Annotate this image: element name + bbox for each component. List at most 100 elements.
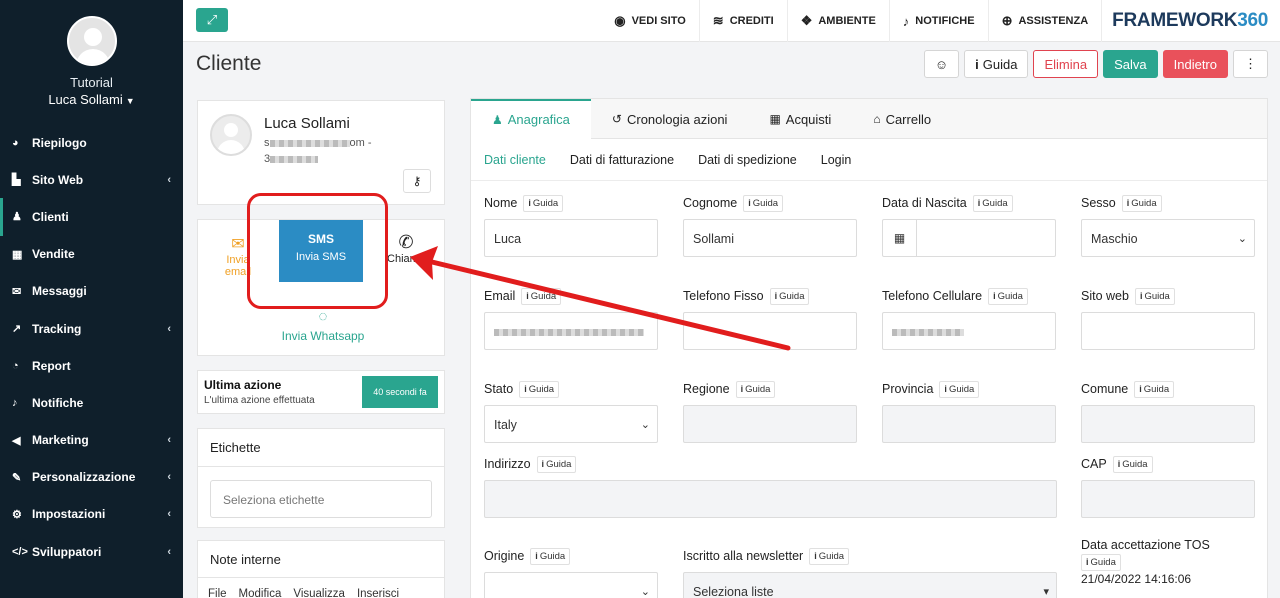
cap-input[interactable] — [1081, 480, 1255, 518]
sidebar-item-sito-web[interactable]: ▙ Sito Web ‹ — [0, 161, 183, 198]
delete-button[interactable]: Elimina — [1033, 50, 1099, 78]
profile-card: Luca Sollami s om - 3 ⚷ — [197, 100, 445, 205]
send-whatsapp-action[interactable]: ◌ Invia Whatsapp — [258, 308, 388, 343]
tab-cronologia-azioni[interactable]: ↺ Cronologia azioni — [591, 99, 749, 139]
top-link-vedi-sito[interactable]: ◉ VEDI SITO — [601, 0, 700, 42]
guide-badge[interactable]: i Guida — [536, 456, 577, 473]
field-origine: Origine i Guida ⌄ — [484, 548, 659, 598]
birthdate-input[interactable]: ▦ — [882, 219, 1056, 257]
tab-anagrafica[interactable]: ♟ Anagrafica — [471, 99, 591, 139]
provincia-input[interactable] — [882, 405, 1056, 443]
expand-button[interactable]: ⤢ — [196, 8, 228, 32]
back-button[interactable]: Indietro — [1162, 50, 1228, 78]
email-input[interactable] — [484, 312, 658, 350]
sidebar-item-label: Sito Web — [32, 172, 84, 187]
sidebar-item-label: Personalizzazione — [32, 470, 136, 485]
call-action[interactable]: ✆ Chiama — [381, 232, 431, 265]
guide-button[interactable]: i Guida — [964, 50, 1029, 78]
password-button[interactable]: ⚷ — [403, 169, 431, 193]
tags-select[interactable]: Seleziona etichette — [210, 480, 432, 518]
editor-menu-file[interactable]: File — [208, 588, 227, 598]
sidebar-item-clienti[interactable]: ♟ Clienti — [0, 198, 183, 236]
coins-icon: ≋ — [712, 13, 724, 28]
subtab-dati-di-fatturazione[interactable]: Dati di fatturazione — [570, 153, 674, 167]
annotation-highlight-box — [247, 193, 388, 309]
tab-acquisti[interactable]: ▦ Acquisti — [748, 99, 852, 139]
emoji-button[interactable]: ☺ — [923, 50, 960, 78]
comune-input[interactable] — [1081, 405, 1255, 443]
guide-badge[interactable]: i Guida — [972, 195, 1013, 212]
guide-badge[interactable]: i Guida — [1081, 554, 1121, 571]
phone-icon: ✆ — [398, 232, 414, 252]
top-links: ◉ VEDI SITO ≋ CREDITI ❖ AMBIENTE ♪ NOTIFICHE ⊕ AS… — [601, 0, 1280, 42]
tab-carrello[interactable]: ⌂ Carrello — [852, 99, 952, 139]
last-action-card: Ultima azione L'ultima azione effettuata… — [197, 370, 445, 414]
newsletter-select[interactable]: Seleziona liste ▾ — [683, 572, 1057, 598]
top-link-assistenza[interactable]: ⊕ ASSISTENZA — [989, 0, 1103, 42]
person-icon: ♟ — [12, 211, 22, 224]
sidebar-item-personalizzazione[interactable]: ✎ Personalizzazione ‹ — [0, 459, 183, 496]
sidebar-item-label: Sviluppatori — [32, 544, 102, 559]
caret-down-icon: ▼ — [125, 96, 135, 106]
subtab-login[interactable]: Login — [821, 153, 852, 167]
envelope-icon: ✉ — [12, 285, 22, 298]
guide-badge[interactable]: i Guida — [743, 195, 784, 212]
lifebuoy-icon: ⊕ — [1001, 13, 1013, 28]
sesso-select[interactable]: Maschio ⌄ — [1081, 219, 1255, 257]
top-link-ambiente[interactable]: ❖ AMBIENTE — [788, 0, 890, 42]
sidebar-item-messaggi[interactable]: ✉ Messaggi — [0, 273, 183, 310]
guide-badge[interactable]: i Guida — [521, 288, 562, 305]
user-name: Luca Sollami — [48, 92, 123, 107]
sidebar-item-riepilogo[interactable]: ◕ Riepilogo — [0, 124, 183, 161]
top-link-notifiche[interactable]: ♪ NOTIFICHE — [890, 0, 989, 42]
customer-phone: 3 — [264, 153, 319, 165]
guide-badge[interactable]: i Guida — [735, 381, 776, 398]
telefono-cellulare-input[interactable] — [882, 312, 1056, 350]
field-newsletter: Iscritto alla newsletter i Guida Seleziona… — [683, 548, 1057, 598]
indirizzo-input[interactable] — [484, 480, 1057, 518]
editor-menu-view[interactable]: Visualizza — [293, 588, 345, 598]
sidebar-item-impostazioni[interactable]: ⚙ Impostazioni ‹ — [0, 496, 183, 533]
telefono-fisso-input[interactable] — [683, 312, 857, 350]
guide-badge[interactable]: i Guida — [1134, 381, 1175, 398]
guide-badge[interactable]: i Guida — [988, 288, 1028, 305]
sidebar-item-marketing[interactable]: ◀ Marketing ‹ — [0, 422, 183, 459]
editor-menu-edit[interactable]: Modifica — [239, 588, 282, 598]
stato-select[interactable]: Italy ⌄ — [484, 405, 658, 443]
top-link-crediti[interactable]: ≋ CREDITI — [700, 0, 788, 42]
guide-badge[interactable]: i Guida — [939, 381, 980, 398]
guide-badge[interactable]: i Guida — [1121, 195, 1162, 212]
sub-tabs: Dati cliente Dati di fatturazione Dati di … — [471, 139, 1267, 181]
regione-input[interactable] — [683, 405, 857, 443]
nome-input[interactable]: Luca — [484, 219, 658, 257]
main-tabs: ♟ Anagrafica ↺ Cronologia azioni ▦ Acquisti ⌂ C… — [471, 99, 1267, 139]
chevron-left-icon: ‹ — [167, 434, 171, 447]
brand-logo[interactable]: FRAMEWORK360 — [1102, 10, 1280, 32]
save-button[interactable]: Salva — [1103, 50, 1158, 78]
editor-menu-insert[interactable]: Inserisci — [357, 588, 399, 598]
sidebar-item-label: Messaggi — [32, 284, 87, 299]
origine-select[interactable]: ⌄ — [484, 572, 658, 598]
guide-badge[interactable]: i Guida — [523, 195, 564, 212]
sito-web-input[interactable] — [1081, 312, 1255, 350]
sidebar-item-vendite[interactable]: ▦ Vendite — [0, 236, 183, 273]
guide-badge[interactable]: i Guida — [809, 548, 850, 565]
guide-badge[interactable]: i Guida — [769, 288, 810, 305]
guide-badge[interactable]: i Guida — [530, 548, 571, 565]
subtab-dati-cliente[interactable]: Dati cliente — [484, 153, 546, 167]
page-title: Cliente — [196, 52, 262, 75]
field-tos: Data accettazione TOS i Guida 21/04/2022 1… — [1081, 538, 1210, 586]
guide-badge[interactable]: i Guida — [1134, 288, 1175, 305]
sidebar-item-tracking[interactable]: ↗ Tracking ‹ — [0, 310, 183, 347]
sidebar-item-sviluppatori[interactable]: </> Sviluppatori ‹ — [0, 533, 183, 570]
user-menu[interactable]: Luca Sollami ▼ — [0, 92, 183, 107]
guide-badge[interactable]: i Guida — [1112, 456, 1153, 473]
brush-icon: ✎ — [12, 471, 22, 484]
sidebar-item-report[interactable]: ◔ Report — [0, 347, 183, 384]
sidebar-item-notifiche[interactable]: ♪ Notifiche — [0, 384, 183, 421]
user-avatar[interactable] — [67, 16, 117, 66]
guide-badge[interactable]: i Guida — [519, 381, 560, 398]
cognome-input[interactable]: Sollami — [683, 219, 857, 257]
more-button[interactable]: ⋮ — [1233, 50, 1268, 78]
subtab-dati-di-spedizione[interactable]: Dati di spedizione — [698, 153, 797, 167]
